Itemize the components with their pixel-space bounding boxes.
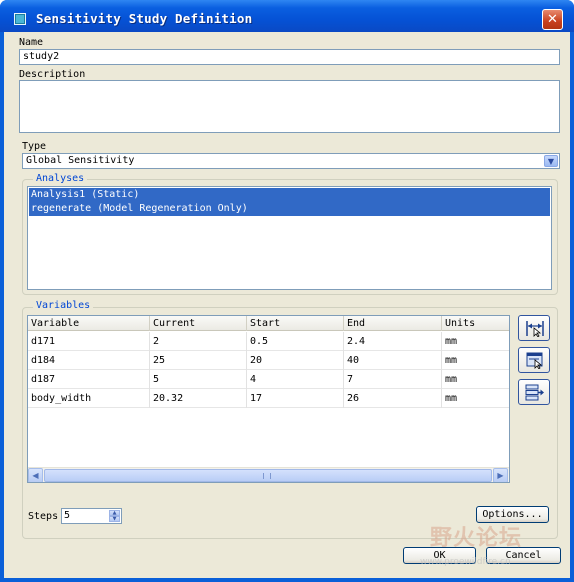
- steps-label: Steps: [28, 511, 59, 522]
- cell-end[interactable]: 2.4: [344, 332, 442, 351]
- scroll-grip-icon: [263, 473, 271, 479]
- scroll-thumb[interactable]: [44, 469, 492, 482]
- watermark-url: www.proewildfire.cn: [420, 557, 511, 567]
- watermark-logo-text: 野火论坛: [430, 526, 523, 551]
- cell-start[interactable]: 20: [247, 351, 344, 370]
- column-header-variable[interactable]: Variable: [28, 316, 150, 331]
- select-from-model-icon: [526, 352, 543, 369]
- cell-end[interactable]: 7: [344, 370, 442, 389]
- variables-table[interactable]: Variable Current Start End Units d171 2 …: [27, 315, 510, 483]
- name-value: study2: [23, 51, 60, 62]
- column-header-start[interactable]: Start: [247, 316, 344, 331]
- table-row[interactable]: d184 25 20 40 mm: [28, 351, 509, 370]
- steps-stepper[interactable]: 5 ▲ ▼: [61, 508, 122, 524]
- description-label: Description: [19, 69, 86, 80]
- cell-variable: d187: [28, 370, 150, 389]
- add-dimension-icon: [526, 321, 544, 337]
- cell-current[interactable]: 5: [150, 370, 247, 389]
- name-label: Name: [19, 37, 44, 48]
- analyses-list[interactable]: Analysis1 (Static) regenerate (Model Reg…: [27, 186, 552, 290]
- type-value: Global Sensitivity: [26, 155, 135, 166]
- column-header-end[interactable]: End: [344, 316, 442, 331]
- cell-start[interactable]: 0.5: [247, 332, 344, 351]
- cell-variable: d184: [28, 351, 150, 370]
- variables-group-title: Variables: [33, 300, 94, 311]
- column-header-units[interactable]: Units: [442, 316, 509, 331]
- steps-value: 5: [64, 510, 71, 521]
- add-parameter-icon: [525, 384, 544, 401]
- table-row[interactable]: d171 2 0.5 2.4 mm: [28, 332, 509, 351]
- title-bar[interactable]: Sensitivity Study Definition ✕: [0, 0, 574, 32]
- type-label: Type: [22, 141, 47, 152]
- cell-current[interactable]: 25: [150, 351, 247, 370]
- cell-current[interactable]: 2: [150, 332, 247, 351]
- cell-units: mm: [445, 355, 458, 366]
- add-dimension-button[interactable]: [518, 315, 550, 341]
- cell-start[interactable]: 4: [247, 370, 344, 389]
- select-from-model-button[interactable]: [518, 347, 550, 373]
- add-parameter-button[interactable]: [518, 379, 550, 405]
- dialog-body: Name study2 Description Type Global Sens…: [4, 32, 570, 578]
- list-item[interactable]: Analysis1 (Static): [29, 188, 550, 202]
- chevron-down-icon[interactable]: ▼: [544, 155, 558, 167]
- cell-units: mm: [445, 374, 458, 385]
- horizontal-scrollbar[interactable]: ◀ ▶: [28, 467, 509, 482]
- spin-down-icon[interactable]: ▼: [109, 516, 120, 522]
- cell-units: mm: [445, 393, 458, 404]
- close-button[interactable]: ✕: [542, 9, 563, 30]
- window-title: Sensitivity Study Definition: [36, 11, 253, 26]
- list-item[interactable]: regenerate (Model Regeneration Only): [29, 202, 550, 216]
- app-icon: [14, 13, 26, 25]
- cell-current[interactable]: 20.32: [150, 389, 247, 408]
- cell-units: mm: [445, 336, 458, 347]
- name-input[interactable]: study2: [19, 49, 560, 65]
- cell-start[interactable]: 17: [247, 389, 344, 408]
- dialog-window: Sensitivity Study Definition ✕ Name stud…: [0, 0, 574, 582]
- type-dropdown[interactable]: Global Sensitivity ▼: [22, 153, 560, 169]
- column-header-current[interactable]: Current: [150, 316, 247, 331]
- table-header: Variable Current Start End Units: [28, 316, 509, 331]
- cell-end[interactable]: 26: [344, 389, 442, 408]
- scroll-left-button[interactable]: ◀: [28, 468, 43, 482]
- cell-variable: d171: [28, 332, 150, 351]
- cell-end[interactable]: 40: [344, 351, 442, 370]
- cell-variable: body_width: [28, 389, 150, 408]
- description-textarea[interactable]: [19, 80, 560, 133]
- analyses-group-title: Analyses: [33, 173, 88, 184]
- table-row[interactable]: d187 5 4 7 mm: [28, 370, 509, 389]
- table-row[interactable]: body_width 20.32 17 26 mm: [28, 389, 509, 408]
- scroll-right-button[interactable]: ▶: [493, 468, 508, 482]
